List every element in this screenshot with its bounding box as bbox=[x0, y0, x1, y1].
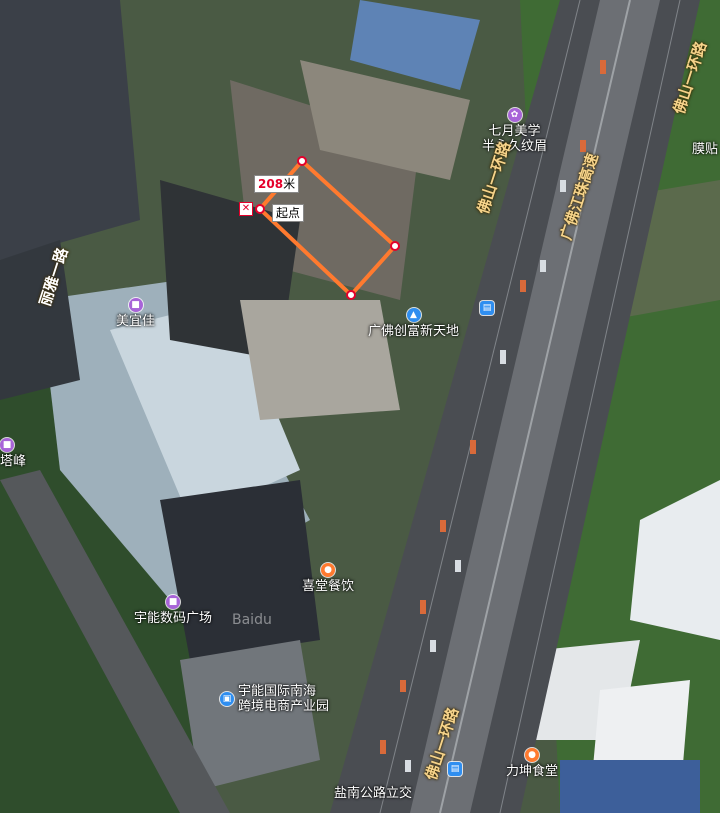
measure-point bbox=[390, 241, 400, 251]
poi-yuneng-park-line1: 宇能国际南海 bbox=[238, 684, 317, 699]
poi-guangfo-name: 广佛创富新天地 bbox=[368, 324, 460, 339]
poi-likun-name: 力坤食堂 bbox=[506, 764, 559, 779]
poi-guangfo[interactable]: ▲ 广佛创富新天地 bbox=[368, 308, 459, 339]
watermark: Baidu bbox=[232, 612, 272, 628]
shop-icon: ■ bbox=[0, 438, 14, 452]
poi-yuneng-digital[interactable]: ■ 宇能数码广场 bbox=[134, 595, 212, 626]
poi-mo-tie-name: 膜贴 bbox=[692, 142, 719, 157]
office-icon: ▣ bbox=[220, 692, 234, 706]
beauty-icon: ✿ bbox=[507, 108, 522, 122]
distance-unit: 米 bbox=[283, 177, 296, 191]
satellite-map[interactable] bbox=[0, 0, 720, 813]
distance-value: 208 bbox=[258, 177, 284, 191]
bus-stop-icon[interactable]: ▤ bbox=[448, 762, 462, 776]
food-icon: ● bbox=[525, 748, 539, 762]
poi-likun[interactable]: ● 力坤食堂 bbox=[506, 748, 558, 779]
poi-yuneng-park-line2: 跨境电商产业园 bbox=[238, 699, 330, 714]
measure-point bbox=[255, 204, 265, 214]
poi-qiyue-line1: 七月美学 bbox=[488, 124, 541, 139]
poi-yuneng-digital-name: 宇能数码广场 bbox=[134, 611, 213, 626]
bus-stop-icon[interactable]: ▤ bbox=[480, 301, 494, 315]
food-icon: ● bbox=[321, 563, 335, 577]
distance-label: 208米 bbox=[254, 175, 300, 193]
building-icon: ▲ bbox=[406, 308, 421, 322]
poi-meiyijia-name: 美宜佳 bbox=[116, 314, 156, 329]
poi-mo-tie[interactable]: 膜贴 bbox=[692, 142, 718, 157]
poi-xitang[interactable]: ● 喜堂餐饮 bbox=[302, 563, 354, 594]
poi-yuneng-park[interactable]: ▣ 宇能国际南海 跨境电商产业园 bbox=[220, 684, 329, 714]
measure-point bbox=[346, 290, 356, 300]
poi-tafeng[interactable]: ■ 塔峰 bbox=[0, 438, 26, 469]
close-icon[interactable]: ✕ bbox=[239, 202, 253, 216]
shop-icon: ■ bbox=[128, 298, 143, 312]
shop-icon: ■ bbox=[166, 595, 180, 609]
measure-point bbox=[297, 156, 307, 166]
poi-tafeng-name: 塔峰 bbox=[0, 454, 27, 469]
poi-yannan-name: 盐南公路立交 bbox=[334, 786, 413, 801]
poi-yannan[interactable]: 盐南公路立交 bbox=[334, 786, 412, 801]
start-label: 起点 bbox=[272, 204, 305, 222]
poi-meiyijia[interactable]: ■ 美宜佳 bbox=[116, 298, 155, 329]
poi-xitang-name: 喜堂餐饮 bbox=[302, 579, 355, 594]
